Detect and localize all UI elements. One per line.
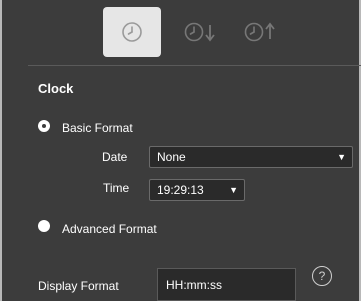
clock-icon: [122, 22, 142, 42]
chevron-down-icon: ▼: [229, 185, 238, 195]
toolbar-divider: [28, 65, 361, 66]
basic-format-label[interactable]: Basic Format: [62, 121, 133, 135]
mode-toolbar: [2, 7, 359, 57]
section-title: Clock: [38, 81, 74, 96]
date-select[interactable]: None ▼: [149, 146, 353, 168]
count-up-mode-button[interactable]: [232, 7, 290, 57]
clock-settings-panel: Clock Basic Format Date None ▼ Time 19:2…: [0, 0, 361, 301]
display-format-value: HH:mm:ss: [166, 277, 222, 292]
chevron-down-icon: ▼: [337, 152, 346, 162]
date-select-value: None: [157, 150, 186, 164]
display-format-label: Display Format: [38, 279, 119, 293]
time-select-value: 19:29:13: [157, 183, 204, 197]
clock-down-arrow-icon: [184, 22, 215, 42]
advanced-format-label[interactable]: Advanced Format: [62, 222, 157, 236]
time-select[interactable]: 19:29:13 ▼: [149, 179, 245, 201]
count-down-mode-button[interactable]: [172, 7, 230, 57]
help-glyph: ?: [318, 269, 326, 283]
advanced-format-radio[interactable]: [38, 220, 50, 232]
basic-format-radio[interactable]: [38, 120, 50, 132]
date-label: Date: [102, 150, 128, 164]
help-icon[interactable]: ?: [312, 266, 332, 286]
clock-up-arrow-icon: [244, 22, 275, 42]
time-label: Time: [103, 181, 130, 195]
clock-mode-button[interactable]: [103, 7, 161, 57]
display-format-input[interactable]: HH:mm:ss: [157, 268, 296, 301]
